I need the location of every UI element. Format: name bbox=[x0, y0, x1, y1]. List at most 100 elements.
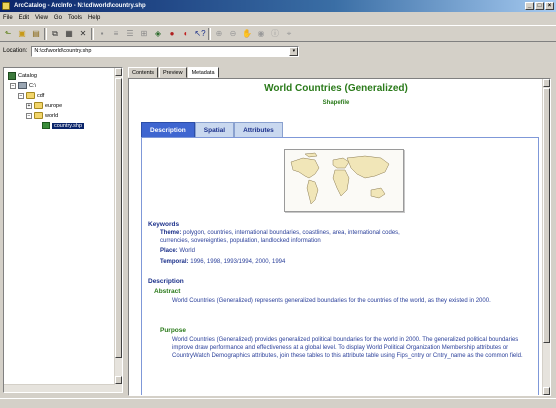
details-icon[interactable]: ☰ bbox=[124, 28, 136, 40]
theme-line: Theme: polygon, countries, international… bbox=[160, 230, 400, 236]
up-one-level-icon[interactable]: ⬑ bbox=[2, 28, 14, 40]
toolbar-separator bbox=[44, 27, 47, 40]
menu-go[interactable]: Go bbox=[54, 13, 62, 23]
menu-help[interactable]: Help bbox=[88, 13, 100, 23]
tree-item-c-drive[interactable]: − C:\ bbox=[10, 82, 36, 89]
tab-description[interactable]: Description bbox=[141, 122, 195, 137]
tree-item-catalog[interactable]: Catalog bbox=[8, 72, 37, 80]
description-box: Keywords Theme: polygon, countries, inte… bbox=[141, 137, 539, 395]
create-thumbnail-icon[interactable]: ⌖ bbox=[283, 28, 295, 40]
metadata-icon[interactable]: ◐ bbox=[180, 28, 192, 40]
thumbnails-icon[interactable]: ⊞ bbox=[138, 28, 150, 40]
folder-icon bbox=[34, 102, 43, 109]
theme-value-2: currencies, sovereignties, population, l… bbox=[160, 238, 321, 244]
description-heading: Description bbox=[148, 278, 184, 285]
catalog-tree: Catalog − C:\ − cdf + europe − world cou… bbox=[3, 67, 123, 393]
pan-icon[interactable]: ✋ bbox=[241, 28, 253, 40]
list-icon[interactable]: ≡ bbox=[110, 28, 122, 40]
metadata-tabs: Description Spatial Attributes bbox=[141, 122, 283, 137]
location-bar: Location: N:\cd\world\country.shp ▾ bbox=[0, 44, 556, 58]
scroll-up-button[interactable] bbox=[543, 79, 550, 87]
menu-file[interactable]: File bbox=[3, 13, 13, 23]
shapefile-icon bbox=[42, 122, 50, 129]
scroll-down-button[interactable] bbox=[115, 376, 122, 384]
temporal-label: Temporal: bbox=[160, 259, 189, 265]
menu-view[interactable]: View bbox=[35, 13, 48, 23]
tree-item-world[interactable]: − world bbox=[26, 112, 58, 119]
disconnect-folder-icon[interactable]: ▤ bbox=[30, 28, 42, 40]
connect-folder-icon[interactable]: ▣ bbox=[16, 28, 28, 40]
menu-bar: File Edit View Go Tools Help bbox=[0, 13, 556, 23]
theme-label: Theme: bbox=[160, 230, 182, 236]
collapse-icon[interactable]: − bbox=[18, 92, 24, 99]
scroll-thumb[interactable] bbox=[115, 78, 122, 358]
zoom-in-icon[interactable]: ⊕ bbox=[213, 28, 225, 40]
collapse-icon[interactable]: − bbox=[26, 112, 32, 119]
tab-metadata[interactable]: Metadata bbox=[187, 67, 219, 78]
metadata-vertical-scrollbar[interactable] bbox=[542, 79, 550, 395]
toolbar-separator bbox=[208, 27, 211, 40]
identify-icon[interactable]: ⓘ bbox=[269, 28, 281, 40]
status-bar bbox=[0, 398, 556, 408]
catalog-icon bbox=[8, 72, 16, 80]
minimize-button[interactable]: _ bbox=[525, 2, 534, 10]
view-tabs: Contents Preview Metadata bbox=[128, 67, 219, 78]
tree-item-europe[interactable]: + europe bbox=[26, 102, 62, 109]
standard-toolbar: ⬑ ▣ ▤ ⧉ ▦ ✕ ▪ ≡ ☰ ⊞ ◈ ● ◐ ↖? ⊕ ⊖ ✋ ◉ ⓘ ⌖ bbox=[0, 25, 556, 42]
expand-icon[interactable]: + bbox=[26, 102, 32, 109]
menu-edit[interactable]: Edit bbox=[19, 13, 29, 23]
tree-horizontal-scrollbar[interactable] bbox=[4, 384, 115, 392]
abstract-text: World Countries (Generalized) represents… bbox=[172, 298, 491, 304]
metadata-title: World Countries (Generalized) bbox=[264, 83, 408, 94]
tree-vertical-scrollbar[interactable] bbox=[114, 68, 122, 392]
location-value: N:\cd\world\country.shp bbox=[34, 47, 92, 54]
tree-item-cdf[interactable]: − cdf bbox=[18, 92, 44, 99]
window-controls: _ □ × bbox=[525, 2, 554, 10]
arccatalog-window: ArcCatalog - ArcInfo - N:\cd\world\count… bbox=[0, 0, 556, 408]
tab-preview[interactable]: Preview bbox=[159, 67, 187, 78]
maximize-button[interactable]: □ bbox=[535, 2, 544, 10]
place-value: World bbox=[179, 248, 195, 254]
tab-contents[interactable]: Contents bbox=[128, 67, 159, 78]
close-button[interactable]: × bbox=[545, 2, 554, 10]
paste-icon[interactable]: ▦ bbox=[63, 28, 75, 40]
zoom-out-icon[interactable]: ⊖ bbox=[227, 28, 239, 40]
abstract-heading: Abstract bbox=[154, 288, 181, 295]
location-label: Location: bbox=[3, 48, 28, 54]
pane-splitter[interactable] bbox=[123, 67, 126, 393]
purpose-heading: Purpose bbox=[160, 327, 187, 334]
scroll-thumb[interactable] bbox=[543, 88, 550, 343]
thumbnail-map bbox=[284, 149, 404, 212]
scroll-up-button[interactable] bbox=[115, 68, 122, 76]
collapse-icon[interactable]: − bbox=[10, 82, 16, 89]
copy-icon[interactable]: ⧉ bbox=[49, 28, 61, 40]
tab-attributes[interactable]: Attributes bbox=[234, 122, 283, 137]
tab-spatial[interactable]: Spatial bbox=[194, 122, 235, 137]
title-bar: ArcCatalog - ArcInfo - N:\cd\world\count… bbox=[0, 0, 556, 12]
large-icons-icon[interactable]: ▪ bbox=[96, 28, 108, 40]
full-extent-icon[interactable]: ◉ bbox=[255, 28, 267, 40]
keywords-heading: Keywords bbox=[148, 221, 180, 228]
metadata-subtitle: Shapefile bbox=[322, 100, 350, 106]
place-label: Place: bbox=[160, 248, 178, 254]
folder-icon bbox=[26, 92, 35, 99]
scroll-down-button[interactable] bbox=[543, 387, 550, 395]
toolbar-separator bbox=[91, 27, 94, 40]
whats-this-icon[interactable]: ↖? bbox=[194, 28, 206, 40]
delete-icon[interactable]: ✕ bbox=[77, 28, 89, 40]
world-map-thumbnail bbox=[290, 152, 390, 205]
window-title: ArcCatalog - ArcInfo - N:\cd\world\count… bbox=[14, 3, 146, 9]
arccatalog-app-icon bbox=[2, 2, 10, 10]
arctoolbox-icon[interactable]: ● bbox=[166, 28, 178, 40]
temporal-value: 1996, 1998, 1993/1994, 2000, 1994 bbox=[190, 259, 286, 265]
purpose-text: World Countries (Generalized) provides g… bbox=[172, 337, 523, 359]
folder-icon bbox=[34, 112, 43, 119]
menu-tools[interactable]: Tools bbox=[68, 13, 82, 23]
tree-item-country-shp[interactable]: country.shp bbox=[42, 122, 85, 129]
drive-icon bbox=[18, 82, 27, 89]
theme-value: polygon, countries, international bounda… bbox=[183, 230, 400, 236]
launch-arcmap-icon[interactable]: ◈ bbox=[152, 28, 164, 40]
place-line: Place: World bbox=[160, 248, 195, 254]
location-input[interactable]: N:\cd\world\country.shp ▾ bbox=[31, 45, 300, 57]
location-dropdown-icon[interactable]: ▾ bbox=[289, 46, 299, 56]
